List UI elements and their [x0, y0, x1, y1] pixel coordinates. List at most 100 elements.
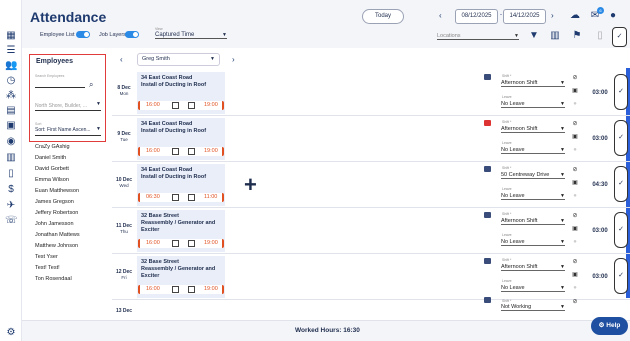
no-entry-icon[interactable]: ⊘: [571, 298, 579, 306]
approve-day-button[interactable]: ✓: [614, 258, 628, 294]
break-checkbox[interactable]: [188, 194, 195, 201]
search-employees-input[interactable]: [35, 79, 85, 88]
no-entry-icon[interactable]: ⊘: [571, 258, 579, 266]
end-time[interactable]: 19:00: [204, 286, 218, 292]
no-entry-icon[interactable]: ⊘: [571, 120, 579, 128]
calendar-icon[interactable]: ▣: [5, 120, 17, 132]
start-time[interactable]: 16:00: [146, 286, 160, 292]
shift-select[interactable]: Afternoon Shift ▼: [501, 126, 565, 133]
locations-select[interactable]: Locations ▼: [437, 33, 519, 40]
shift-card[interactable]: 34 East Coast Road Install of Ducting in …: [137, 118, 225, 160]
cloud-upload-icon[interactable]: ☁: [569, 10, 581, 22]
employee-list-item[interactable]: Ton Rosendaal: [35, 276, 72, 282]
approve-day-button[interactable]: ✓: [614, 166, 628, 202]
employee-list-item[interactable]: Jeffery Robertson: [35, 210, 78, 216]
shift-card[interactable]: 34 East Coast Road Install of Ducting in …: [137, 164, 225, 206]
shift-card[interactable]: 32 Base Street Reassembly / Generator and…: [137, 210, 225, 252]
today-button[interactable]: Today: [362, 9, 404, 24]
leave-select[interactable]: No Leave ▼: [501, 193, 565, 200]
coin-icon[interactable]: ●: [571, 239, 579, 247]
phone-icon[interactable]: ☏: [5, 215, 18, 227]
comment-icon[interactable]: [484, 166, 491, 172]
building-icon[interactable]: ▥: [5, 152, 17, 164]
coin-icon[interactable]: ●: [571, 193, 579, 201]
employee-list-item[interactable]: Test Yser: [35, 254, 58, 260]
time-entry[interactable]: 06:30 11:00: [138, 193, 224, 202]
dollar-icon[interactable]: $: [5, 184, 17, 196]
next-employee-arrow-icon[interactable]: ›: [232, 55, 235, 64]
clock-icon[interactable]: ◷: [5, 75, 17, 87]
approve-day-button[interactable]: ✓: [614, 74, 628, 110]
no-entry-icon[interactable]: ⊘: [571, 166, 579, 174]
shift-card[interactable]: 32 Base Street Reassembly / Generator and…: [137, 256, 225, 298]
end-time[interactable]: 19:00: [204, 102, 218, 108]
employee-list-toggle[interactable]: [76, 31, 90, 38]
lock-icon[interactable]: ▣: [571, 87, 579, 95]
leave-select[interactable]: No Leave ▼: [501, 101, 565, 108]
report-icon[interactable]: ▥: [549, 30, 561, 42]
employee-list-item[interactable]: David Gorbett: [35, 166, 69, 172]
date-to-field[interactable]: 14/12/2025: [503, 9, 546, 24]
dashboard-icon[interactable]: ▦: [5, 30, 17, 42]
shift-select[interactable]: Afternoon Shift ▼: [501, 80, 565, 87]
next-week-arrow-icon[interactable]: ›: [551, 11, 554, 20]
add-shift-plus-icon[interactable]: +: [244, 172, 257, 198]
job-layers-toggle[interactable]: [125, 31, 139, 38]
employee-select[interactable]: Greg Smith ▼: [137, 53, 220, 66]
employee-list-item[interactable]: Daniel Smith: [35, 155, 66, 161]
coin-icon[interactable]: ●: [571, 101, 579, 109]
location-pin-icon[interactable]: ◉: [5, 136, 17, 148]
employee-list-item[interactable]: John Jamesson: [35, 221, 74, 227]
time-entry[interactable]: 16:00 19:00: [138, 101, 224, 110]
approve-day-button[interactable]: ✓: [614, 212, 628, 248]
flag-icon[interactable]: ⚑: [571, 30, 583, 42]
trash-icon[interactable]: ▯: [594, 30, 606, 42]
break-checkbox[interactable]: [188, 102, 195, 109]
break-checkbox[interactable]: [172, 194, 179, 201]
time-entry[interactable]: 16:00 19:00: [138, 285, 224, 294]
plane-icon[interactable]: ✈: [5, 200, 17, 212]
lock-icon[interactable]: ▣: [571, 225, 579, 233]
lock-icon[interactable]: ▣: [571, 133, 579, 141]
employee-list-item[interactable]: Euan Matthewson: [35, 188, 79, 194]
start-time[interactable]: 06:30: [146, 194, 160, 200]
lock-icon[interactable]: ▣: [571, 179, 579, 187]
end-time[interactable]: 19:00: [204, 240, 218, 246]
list-icon[interactable]: ☰: [5, 45, 17, 57]
lock-icon[interactable]: ▣: [571, 271, 579, 279]
chevron-down-icon[interactable]: ▼: [96, 101, 101, 107]
time-entry[interactable]: 16:00 19:00: [138, 147, 224, 156]
shift-select[interactable]: 50 Centreway Drive ▼: [501, 172, 565, 179]
help-button[interactable]: ⚙ Help: [591, 317, 628, 335]
user-account-icon[interactable]: ●: [607, 10, 619, 22]
prev-employee-arrow-icon[interactable]: ‹: [120, 55, 123, 64]
comment-icon[interactable]: [484, 120, 491, 126]
clipboard-icon[interactable]: ▤: [5, 105, 17, 117]
comment-icon[interactable]: [484, 258, 491, 264]
approve-day-button[interactable]: ✓: [614, 120, 628, 156]
coin-icon[interactable]: ●: [571, 285, 579, 293]
employee-list-item[interactable]: Emma Wilson: [35, 177, 69, 183]
shift-select[interactable]: Not Working ▼: [501, 304, 565, 311]
shift-card[interactable]: 34 East Coast Road Install of Ducting in …: [137, 72, 225, 114]
approve-all-button[interactable]: ✓: [612, 27, 627, 47]
time-entry[interactable]: 16:00 19:00: [138, 239, 224, 248]
filter-icon[interactable]: ▼: [528, 30, 540, 42]
break-checkbox[interactable]: [172, 148, 179, 155]
shift-select[interactable]: Afternoon Shift ▼: [501, 218, 565, 225]
start-time[interactable]: 16:00: [146, 240, 160, 246]
break-checkbox[interactable]: [188, 240, 195, 247]
view-select[interactable]: Captured Time ▼: [155, 32, 227, 39]
comment-icon[interactable]: [484, 74, 491, 80]
break-checkbox[interactable]: [188, 286, 195, 293]
location-filter-placeholder[interactable]: North Shore, Builder, ...: [35, 103, 87, 109]
end-time[interactable]: 19:00: [204, 148, 218, 154]
break-checkbox[interactable]: [172, 286, 179, 293]
shift-select[interactable]: Afternoon Shift ▼: [501, 264, 565, 271]
leave-select[interactable]: No Leave ▼: [501, 239, 565, 246]
leave-select[interactable]: No Leave ▼: [501, 285, 565, 292]
break-checkbox[interactable]: [172, 240, 179, 247]
settings-gear-icon[interactable]: ⚙: [5, 327, 17, 339]
leave-select[interactable]: No Leave ▼: [501, 147, 565, 154]
break-checkbox[interactable]: [188, 148, 195, 155]
